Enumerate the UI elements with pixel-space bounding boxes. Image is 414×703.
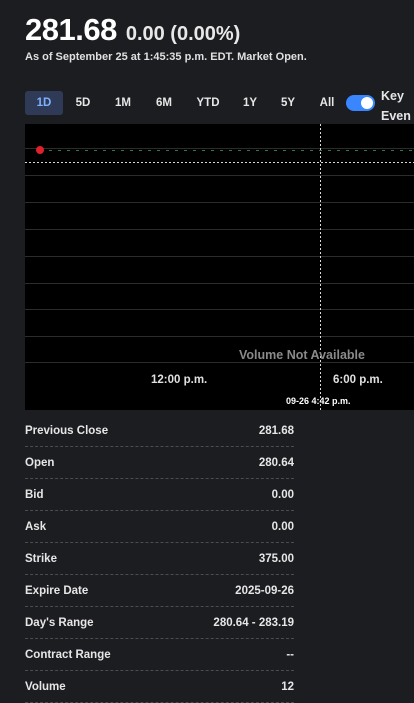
- stat-label: Volume: [25, 680, 66, 693]
- range-1m-button[interactable]: 1M: [103, 91, 143, 115]
- chart-gridlines: [25, 148, 414, 363]
- stat-value: 281.68: [258, 424, 294, 437]
- stat-row: Open 280.64: [25, 447, 294, 479]
- stat-value: 280.64: [258, 456, 294, 469]
- time-range-selector: 1D 5D 1M 6M YTD 1Y 5Y All: [25, 91, 347, 115]
- stat-value: 375.00: [258, 552, 294, 565]
- stat-row: Volume 12: [25, 671, 294, 703]
- volume-not-available: Volume Not Available: [239, 348, 365, 362]
- last-price-marker: [36, 146, 44, 154]
- stat-label: Bid: [25, 488, 44, 501]
- as-of-timestamp: As of September 25 at 1:45:35 p.m. EDT. …: [25, 51, 307, 63]
- stat-label: Day's Range: [25, 616, 94, 629]
- chart-canvas: [25, 124, 414, 410]
- price-change: 0.00 (0.00%): [125, 23, 241, 45]
- stat-value: --: [286, 648, 294, 661]
- price-chart[interactable]: Volume Not Available 12:00 p.m. 6:00 p.m…: [25, 124, 414, 410]
- key-events-label-line1: Key: [381, 89, 404, 103]
- range-5y-button[interactable]: 5Y: [269, 91, 307, 115]
- stat-row: Day's Range 280.64 - 283.19: [25, 607, 294, 639]
- stat-label: Strike: [25, 552, 57, 565]
- stat-row: Bid 0.00: [25, 479, 294, 511]
- stat-label: Ask: [25, 520, 47, 533]
- stat-row: Previous Close 281.68: [25, 415, 294, 447]
- key-events-toggle[interactable]: [346, 95, 375, 111]
- stat-row: Contract Range --: [25, 639, 294, 671]
- stat-label: Previous Close: [25, 424, 109, 437]
- key-events-label-line2: Even: [381, 109, 411, 123]
- range-1d-button[interactable]: 1D: [25, 91, 63, 115]
- stat-label: Open: [25, 456, 55, 469]
- stat-label: Expire Date: [25, 584, 89, 597]
- x-tick-label: 6:00 p.m.: [333, 374, 383, 386]
- stat-label: Contract Range: [25, 648, 111, 661]
- range-all-button[interactable]: All: [307, 91, 347, 115]
- stat-value: 2025-09-26: [235, 584, 294, 597]
- stat-value: 12: [281, 680, 294, 693]
- stat-value: 0.00: [271, 488, 294, 501]
- range-ytd-button[interactable]: YTD: [185, 91, 231, 115]
- key-events-label[interactable]: Key Even: [381, 86, 411, 126]
- x-tick-label: 12:00 p.m.: [151, 374, 208, 386]
- toggle-knob: [361, 97, 373, 109]
- stat-value: 0.00: [271, 520, 294, 533]
- quote-statistics: Previous Close 281.68 Open 280.64 Bid 0.00 …: [25, 415, 294, 703]
- stat-row: Expire Date 2025-09-26: [25, 575, 294, 607]
- range-6m-button[interactable]: 6M: [143, 91, 185, 115]
- crosshair-time-label: 09-26 4:42 p.m.: [286, 396, 351, 406]
- range-1y-button[interactable]: 1Y: [231, 91, 269, 115]
- quote-header: 281.68 0.00 (0.00%): [25, 12, 240, 48]
- stat-row: Ask 0.00: [25, 511, 294, 543]
- stat-value: 280.64 - 283.19: [213, 616, 294, 629]
- stat-row: Strike 375.00: [25, 543, 294, 575]
- last-price: 281.68: [25, 12, 117, 47]
- range-5d-button[interactable]: 5D: [63, 91, 103, 115]
